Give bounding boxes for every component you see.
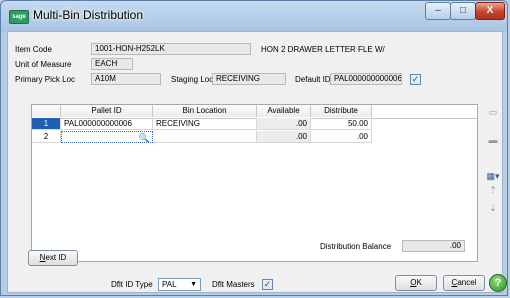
default-id-label: Default ID bbox=[295, 75, 331, 84]
title-bar[interactable]: sage Multi-Bin Distribution – □ X bbox=[1, 1, 509, 31]
pallet-id-cell[interactable]: PAL000000000006 bbox=[61, 118, 153, 130]
table-row[interactable]: 1 PAL000000000006 RECEIVING .00 50.00 bbox=[32, 118, 477, 131]
item-code-label: Item Code bbox=[15, 45, 52, 54]
dialog-body: Item Code 1001-HON-H252LK HON 2 DRAWER L… bbox=[7, 31, 507, 293]
bin-location-column-header[interactable]: Bin Location bbox=[153, 105, 257, 117]
default-id-field: PAL000000000006 bbox=[330, 73, 402, 85]
bin-location-cell[interactable]: RECEIVING bbox=[153, 118, 257, 130]
unit-of-measure-field: EACH bbox=[91, 58, 133, 70]
primary-pick-loc-field: A10M bbox=[91, 73, 161, 85]
insert-row-icon[interactable]: ▭ bbox=[486, 106, 500, 118]
primary-pick-loc-label: Primary Pick Loc bbox=[15, 75, 76, 84]
bin-location-cell[interactable] bbox=[153, 131, 257, 143]
available-cell: .00 bbox=[257, 118, 311, 130]
customize-grid-icon[interactable]: ▦▾ bbox=[486, 170, 500, 182]
cancel-button[interactable]: Cancel bbox=[443, 275, 485, 291]
unit-of-measure-label: Unit of Measure bbox=[15, 60, 72, 69]
distribute-column-header[interactable]: Distribute bbox=[311, 105, 372, 117]
close-button[interactable]: X bbox=[475, 2, 505, 20]
row-number-header bbox=[32, 105, 61, 117]
sage-app-icon: sage bbox=[9, 10, 29, 24]
item-description: HON 2 DRAWER LETTER FLE W/ bbox=[261, 45, 385, 54]
distribution-balance-field: .00 bbox=[402, 240, 465, 252]
move-down-icon[interactable]: ⇣ bbox=[486, 202, 500, 214]
dflt-id-type-label: Dflt ID Type bbox=[111, 280, 153, 289]
multi-bin-distribution-window: sage Multi-Bin Distribution – □ X Item C… bbox=[0, 0, 508, 296]
grid-header: Pallet ID Bin Location Available Distrib… bbox=[32, 105, 477, 119]
maximize-button[interactable]: □ bbox=[450, 2, 476, 20]
row-number[interactable]: 1 bbox=[32, 118, 61, 130]
move-up-icon[interactable]: ⇡ bbox=[486, 184, 500, 196]
table-row[interactable]: 2 🔍 .00 .00 bbox=[32, 131, 477, 144]
row-number[interactable]: 2 bbox=[32, 131, 61, 143]
dflt-masters-label: Dflt Masters bbox=[212, 280, 255, 289]
help-button[interactable]: ? bbox=[489, 274, 507, 292]
window-title: Multi-Bin Distribution bbox=[33, 8, 144, 22]
dflt-masters-checkbox[interactable]: ✓ bbox=[262, 279, 273, 290]
delete-row-icon[interactable]: ▬ bbox=[486, 134, 500, 146]
distribution-grid: Pallet ID Bin Location Available Distrib… bbox=[31, 104, 478, 262]
dflt-id-type-select[interactable]: PAL ▼ bbox=[158, 278, 201, 291]
staging-loc-field: RECEIVING bbox=[212, 73, 286, 85]
staging-loc-label: Staging Loc bbox=[171, 75, 214, 84]
next-id-button[interactable]: Next ID bbox=[28, 250, 78, 266]
ok-button[interactable]: OK bbox=[395, 275, 437, 291]
default-id-checkbox[interactable]: ✓ bbox=[410, 74, 421, 85]
available-column-header[interactable]: Available bbox=[257, 105, 311, 117]
available-cell: .00 bbox=[257, 131, 311, 143]
pallet-id-column-header[interactable]: Pallet ID bbox=[61, 105, 153, 117]
distribution-balance-label: Distribution Balance bbox=[320, 242, 392, 251]
chevron-down-icon: ▼ bbox=[190, 281, 197, 288]
minimize-button[interactable]: – bbox=[425, 2, 451, 20]
lookup-magnifier-icon[interactable]: 🔍 bbox=[139, 132, 150, 142]
pallet-id-input[interactable]: 🔍 bbox=[61, 131, 153, 143]
distribute-cell[interactable]: 50.00 bbox=[311, 118, 372, 130]
item-code-field: 1001-HON-H252LK bbox=[91, 43, 251, 55]
dflt-id-type-value: PAL bbox=[162, 280, 177, 289]
distribute-cell[interactable]: .00 bbox=[311, 131, 372, 143]
